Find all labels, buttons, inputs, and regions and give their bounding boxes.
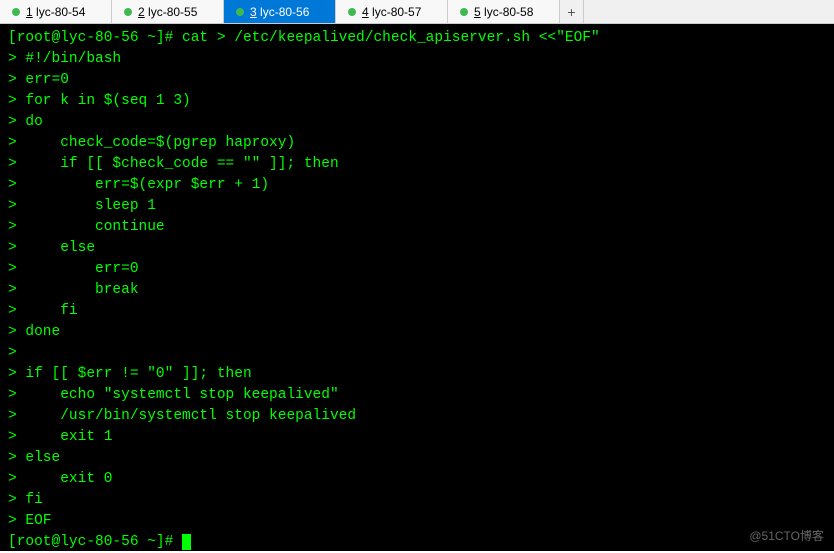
terminal-line: > do bbox=[8, 114, 43, 130]
tab-bar: 1 lyc-80-54 2 lyc-80-55 3 lyc-80-56 4 ly… bbox=[0, 0, 834, 24]
terminal-line: > #!/bin/bash bbox=[8, 51, 121, 67]
tab-2[interactable]: 2 lyc-80-55 bbox=[112, 0, 224, 23]
terminal-line: > else bbox=[8, 240, 95, 256]
terminal-line: > bbox=[8, 345, 25, 361]
tab-1[interactable]: 1 lyc-80-54 bbox=[0, 0, 112, 23]
status-dot-icon bbox=[348, 8, 356, 16]
shell-prompt: [root@lyc-80-56 ~]# bbox=[8, 534, 182, 550]
terminal[interactable]: [root@lyc-80-56 ~]# cat > /etc/keepalive… bbox=[0, 24, 834, 551]
tab-label: 2 lyc-80-55 bbox=[138, 5, 197, 19]
tab-3[interactable]: 3 lyc-80-56 bbox=[224, 0, 336, 23]
terminal-line: > if [[ $err != "0" ]]; then bbox=[8, 366, 252, 382]
status-dot-icon bbox=[460, 8, 468, 16]
terminal-line: > echo "systemctl stop keepalived" bbox=[8, 387, 339, 403]
tab-4[interactable]: 4 lyc-80-57 bbox=[336, 0, 448, 23]
terminal-line: > EOF bbox=[8, 513, 52, 529]
shell-command: cat > /etc/keepalived/check_apiserver.sh… bbox=[182, 30, 600, 46]
watermark: @51CTO博客 bbox=[749, 528, 824, 545]
terminal-line: > /usr/bin/systemctl stop keepalived bbox=[8, 408, 356, 424]
tab-label: 1 lyc-80-54 bbox=[26, 5, 85, 19]
shell-prompt: [root@lyc-80-56 ~]# bbox=[8, 30, 182, 46]
status-dot-icon bbox=[236, 8, 244, 16]
tab-label: 5 lyc-80-58 bbox=[474, 5, 533, 19]
tab-label: 4 lyc-80-57 bbox=[362, 5, 421, 19]
cursor-icon bbox=[182, 534, 191, 550]
terminal-line: > else bbox=[8, 450, 60, 466]
terminal-line: > err=0 bbox=[8, 261, 139, 277]
add-tab-button[interactable]: + bbox=[560, 0, 584, 23]
terminal-line: > for k in $(seq 1 3) bbox=[8, 93, 191, 109]
status-dot-icon bbox=[124, 8, 132, 16]
terminal-line: > sleep 1 bbox=[8, 198, 156, 214]
terminal-line: > exit 0 bbox=[8, 471, 112, 487]
terminal-line: > check_code=$(pgrep haproxy) bbox=[8, 135, 295, 151]
terminal-line: > break bbox=[8, 282, 139, 298]
terminal-line: > fi bbox=[8, 492, 43, 508]
tab-label: 3 lyc-80-56 bbox=[250, 5, 309, 19]
tab-5[interactable]: 5 lyc-80-58 bbox=[448, 0, 560, 23]
terminal-line: > err=0 bbox=[8, 72, 69, 88]
terminal-line: > if [[ $check_code == "" ]]; then bbox=[8, 156, 339, 172]
terminal-line: > exit 1 bbox=[8, 429, 112, 445]
terminal-line: > continue bbox=[8, 219, 165, 235]
status-dot-icon bbox=[12, 8, 20, 16]
terminal-line: > err=$(expr $err + 1) bbox=[8, 177, 269, 193]
terminal-line: > fi bbox=[8, 303, 78, 319]
terminal-line: > done bbox=[8, 324, 60, 340]
